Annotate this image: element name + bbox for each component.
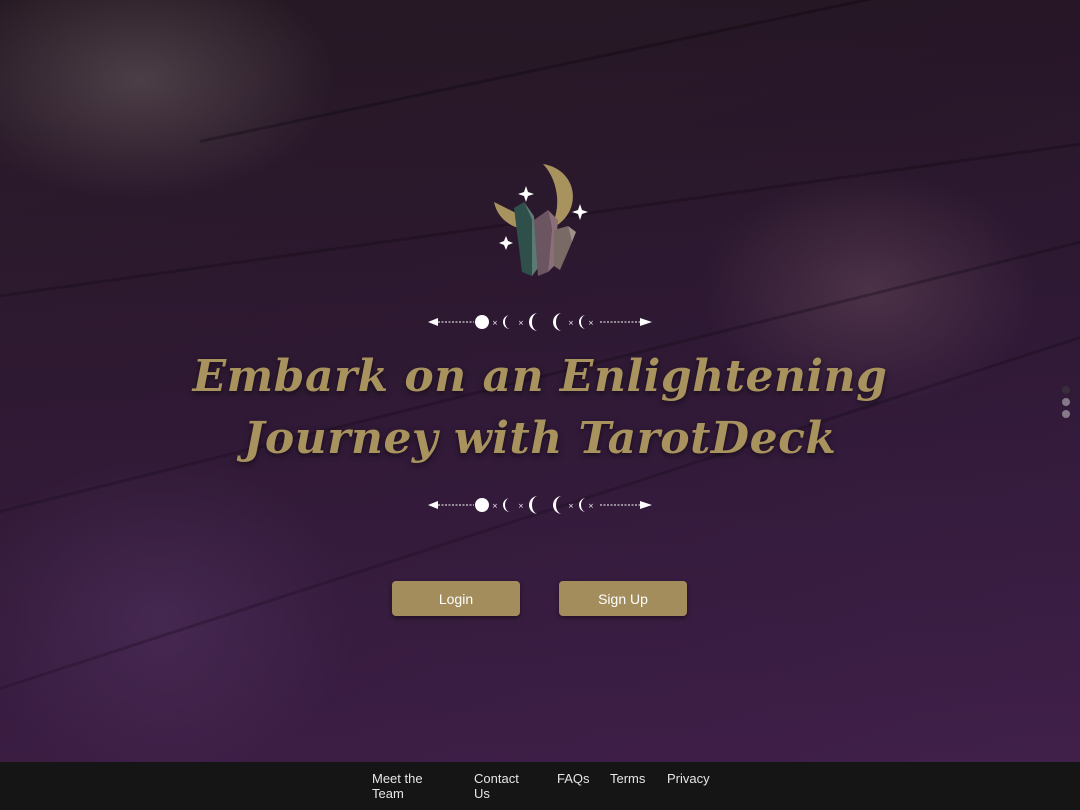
footer-link-faqs[interactable]: FAQs	[557, 771, 590, 786]
landing-page: × × × × Embark on an Enlightening Journe…	[0, 0, 1080, 810]
svg-text:×: ×	[492, 319, 498, 327]
slide-dot[interactable]	[1062, 410, 1070, 418]
signup-button[interactable]: Sign Up	[559, 581, 687, 616]
svg-text:×: ×	[568, 319, 574, 327]
footer-link-terms[interactable]: Terms	[610, 771, 645, 786]
headline-line-2: Journey with TarotDeck	[243, 413, 837, 464]
svg-text:×: ×	[492, 502, 498, 510]
footer-link-meet-the-team[interactable]: Meet the Team	[372, 771, 442, 801]
slide-indicator	[1062, 386, 1072, 422]
moon-phases-divider-icon: × × × ×	[428, 313, 652, 331]
svg-text:×: ×	[588, 502, 594, 510]
svg-text:×: ×	[588, 319, 594, 327]
svg-text:×: ×	[518, 502, 524, 510]
login-button[interactable]: Login	[392, 581, 520, 616]
slide-dot[interactable]	[1062, 398, 1070, 406]
crescent-moon-crystals-icon	[494, 164, 588, 276]
headline-line-1: Embark on an Enlightening	[192, 351, 888, 402]
hero-headline: Embark on an Enlightening Journey with T…	[140, 346, 940, 470]
svg-text:×: ×	[518, 319, 524, 327]
svg-text:×: ×	[568, 502, 574, 510]
slide-dot[interactable]	[1062, 386, 1070, 394]
footer-link-privacy[interactable]: Privacy	[667, 771, 710, 786]
moon-phases-divider-icon: × × × ×	[428, 496, 652, 514]
footer-link-contact-us[interactable]: Contact Us	[474, 771, 534, 801]
footer: Meet the Team Contact Us FAQs Terms Priv…	[0, 762, 1080, 810]
